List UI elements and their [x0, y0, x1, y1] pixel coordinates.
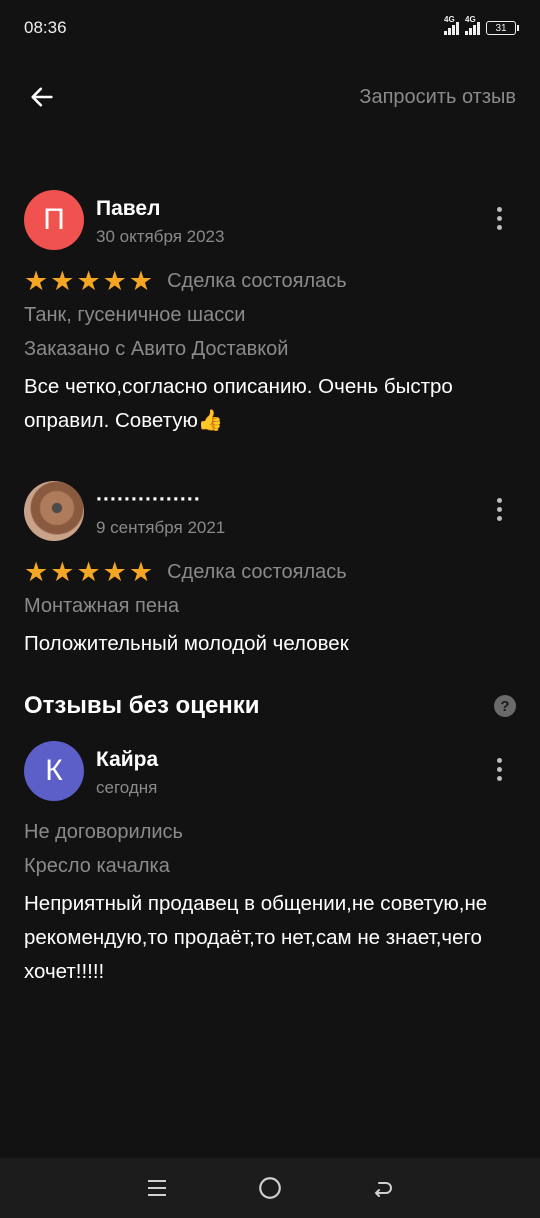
more-options-icon[interactable]	[484, 749, 514, 789]
item-name[interactable]: Танк, гусеничное шасси	[24, 298, 524, 332]
signal-icon-2: 4G	[465, 15, 480, 35]
author-name[interactable]: Павел	[96, 196, 484, 222]
star-icon: ★	[102, 556, 127, 587]
battery-icon: 31	[486, 21, 519, 35]
back-icon	[375, 1182, 393, 1197]
item-name[interactable]: Кресло качалка	[24, 849, 524, 883]
rating-row: ★ ★ ★ ★ ★ Сделка состоялась	[24, 264, 524, 298]
author-block: Кайра сегодня	[96, 741, 484, 801]
request-review-button[interactable]: Запросить отзыв	[359, 86, 516, 109]
review-date: 9 сентября 2021	[96, 518, 226, 537]
star-icon: ★	[102, 265, 127, 296]
star-icon: ★	[50, 265, 75, 296]
avatar[interactable]: К	[24, 741, 84, 801]
signal-icon: 4G	[444, 15, 459, 35]
review-date: 30 октября 2023	[96, 227, 225, 246]
delivery-note: Заказано с Авито Доставкой	[24, 338, 289, 360]
author-block: Павел 30 октября 2023	[96, 190, 484, 250]
review-card: П Павел 30 октября 2023 ★ ★ ★ ★ ★ Сделка…	[24, 190, 524, 438]
avatar[interactable]: П	[24, 190, 84, 250]
deal-status: Сделка состоялась	[167, 269, 347, 292]
unrated-section-header: Отзывы без оценки ?	[24, 686, 516, 726]
review-header: ··············· 9 сентября 2021	[24, 481, 524, 543]
home-button[interactable]	[248, 1166, 292, 1210]
status-bar: 08:36 4G 4G 31	[0, 0, 540, 56]
review-text: Неприятный продавец в общении,не советую…	[24, 892, 488, 983]
review-header: К Кайра сегодня	[24, 741, 524, 803]
author-block: ··············· 9 сентября 2021	[96, 481, 484, 541]
author-name[interactable]: ···············	[96, 487, 484, 513]
star-icon: ★	[128, 556, 154, 587]
more-options-icon[interactable]	[484, 489, 514, 529]
home-circle-icon	[259, 1177, 281, 1199]
top-app-bar: Запросить отзыв	[0, 60, 540, 134]
avatar[interactable]	[24, 481, 84, 541]
arrow-left-icon	[31, 87, 53, 107]
question-icon[interactable]: ?	[494, 695, 516, 717]
rating-row: ★ ★ ★ ★ ★ Сделка состоялась	[24, 555, 524, 589]
review-text: Положительный молодой человек	[24, 632, 349, 655]
star-rating: ★ ★ ★ ★ ★	[24, 556, 154, 587]
menu-button[interactable]	[135, 1166, 179, 1210]
star-icon: ★	[24, 556, 49, 587]
status-time: 08:36	[24, 18, 67, 37]
review-card: ··············· 9 сентября 2021 ★ ★ ★ ★ …	[24, 481, 524, 661]
star-icon: ★	[128, 265, 154, 296]
deal-status: Сделка состоялась	[167, 560, 347, 583]
star-icon: ★	[76, 265, 101, 296]
item-name[interactable]: Монтажная пена	[24, 589, 524, 623]
review-date: сегодня	[96, 778, 158, 797]
author-name[interactable]: Кайра	[96, 747, 484, 773]
star-icon: ★	[76, 556, 101, 587]
system-nav-bar	[0, 1158, 540, 1218]
review-header: П Павел 30 октября 2023	[24, 190, 524, 252]
more-options-icon[interactable]	[484, 198, 514, 238]
system-back-button[interactable]	[361, 1166, 405, 1210]
star-icon: ★	[50, 556, 75, 587]
status-icons: 4G 4G 31	[444, 15, 519, 35]
reviews-screen: 08:36 4G 4G 31 Запросить отзыв П Павел 3…	[0, 0, 540, 1218]
deal-status: Не договорились	[24, 821, 183, 843]
star-icon: ★	[24, 265, 49, 296]
review-card: К Кайра сегодня Не договорились Кресло к…	[24, 741, 524, 989]
back-button[interactable]	[24, 79, 60, 115]
battery-level: 31	[495, 22, 507, 34]
review-text: Все четко,согласно описанию. Очень быстр…	[24, 375, 453, 432]
section-title: Отзывы без оценки	[24, 692, 260, 719]
star-rating: ★ ★ ★ ★ ★	[24, 265, 154, 296]
menu-icon	[147, 1180, 166, 1196]
